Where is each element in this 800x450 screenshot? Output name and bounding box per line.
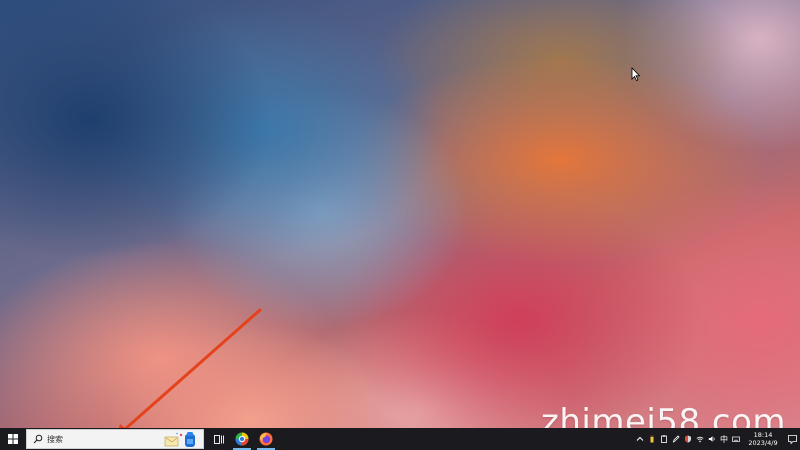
speaker-icon (708, 436, 715, 442)
tray-show-hidden-button[interactable] (634, 428, 646, 450)
tray-app-3[interactable] (670, 428, 682, 450)
taskbar-search-box[interactable]: 搜索 (26, 429, 204, 449)
clipboard-tray-icon (661, 435, 667, 443)
tray-keyboard[interactable] (730, 428, 742, 450)
task-view-button[interactable] (208, 428, 230, 450)
task-view-icon (214, 434, 224, 444)
shield-tray-icon (685, 435, 691, 443)
search-icon (31, 432, 45, 446)
tray-volume[interactable] (706, 428, 718, 450)
notification-icon (787, 434, 797, 444)
system-tray: 中 18:14 2023/4/9 (634, 428, 800, 450)
mouse-cursor-icon (631, 67, 641, 81)
search-placeholder: 搜索 (47, 434, 63, 444)
tray-app-4[interactable] (682, 428, 694, 450)
clock-time: 18:14 (753, 431, 773, 439)
desktop-wallpaper (0, 0, 800, 428)
tray-input-method[interactable]: 中 (718, 428, 730, 450)
pencil-tray-icon (650, 435, 654, 443)
chevron-up-icon (636, 436, 644, 441)
desktop-screen: zhimei58.com 搜索 中 18:14 2023/4/9 (0, 0, 800, 450)
start-button[interactable] (0, 428, 26, 450)
wifi-icon (696, 436, 704, 443)
search-highlight-illustration-icon (164, 432, 195, 447)
taskbar-app-360-browser[interactable] (230, 428, 254, 450)
taskbar: 搜索 中 18:14 2023/4/9 (0, 428, 800, 450)
360-browser-icon (235, 432, 249, 446)
pen-tray-icon (672, 435, 680, 443)
action-center-button[interactable] (784, 428, 800, 450)
taskbar-app-firefox[interactable] (254, 428, 278, 450)
tray-network[interactable] (694, 428, 706, 450)
windows-logo-icon (8, 434, 18, 444)
tray-app-1[interactable] (646, 428, 658, 450)
ime-indicator: 中 (720, 434, 728, 444)
taskbar-clock[interactable]: 18:14 2023/4/9 (742, 428, 784, 450)
firefox-icon (259, 432, 273, 446)
keyboard-icon (732, 436, 740, 442)
clock-date: 2023/4/9 (748, 439, 778, 447)
tray-app-2[interactable] (658, 428, 670, 450)
